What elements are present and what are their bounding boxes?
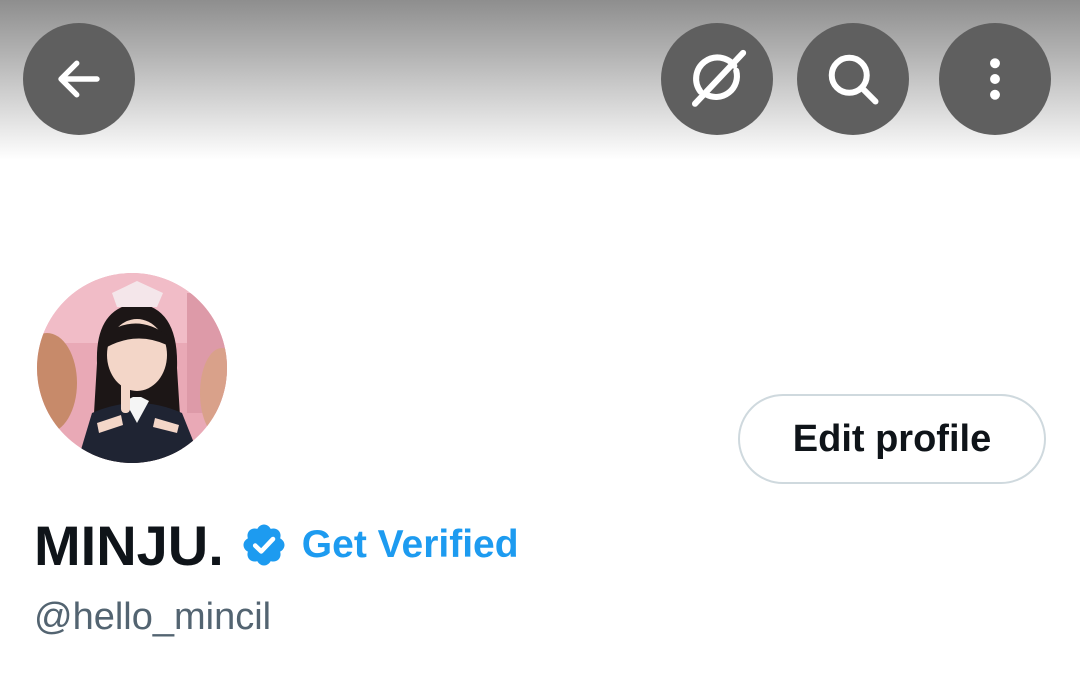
name-row: MINJU. Get Verified — [34, 510, 519, 580]
get-verified-link[interactable]: Get Verified — [302, 523, 519, 567]
user-handle: @hello_mincil — [34, 596, 272, 638]
avatar-photo — [37, 273, 227, 463]
back-button[interactable] — [23, 23, 135, 135]
grok-icon — [691, 49, 747, 107]
display-name: MINJU. — [34, 513, 224, 577]
profile-banner[interactable] — [0, 0, 1080, 160]
verified-badge-icon[interactable] — [240, 521, 288, 569]
more-vertical-icon — [990, 58, 1000, 100]
search-icon — [828, 54, 879, 105]
profile-page: Edit profile MINJU. Get Verified @hello_… — [0, 0, 1080, 688]
grok-button[interactable] — [661, 23, 773, 135]
arrow-left-icon — [58, 60, 100, 98]
edit-profile-button[interactable]: Edit profile — [738, 394, 1046, 484]
search-button[interactable] — [797, 23, 909, 135]
avatar[interactable] — [34, 270, 230, 466]
more-options-button[interactable] — [939, 23, 1051, 135]
